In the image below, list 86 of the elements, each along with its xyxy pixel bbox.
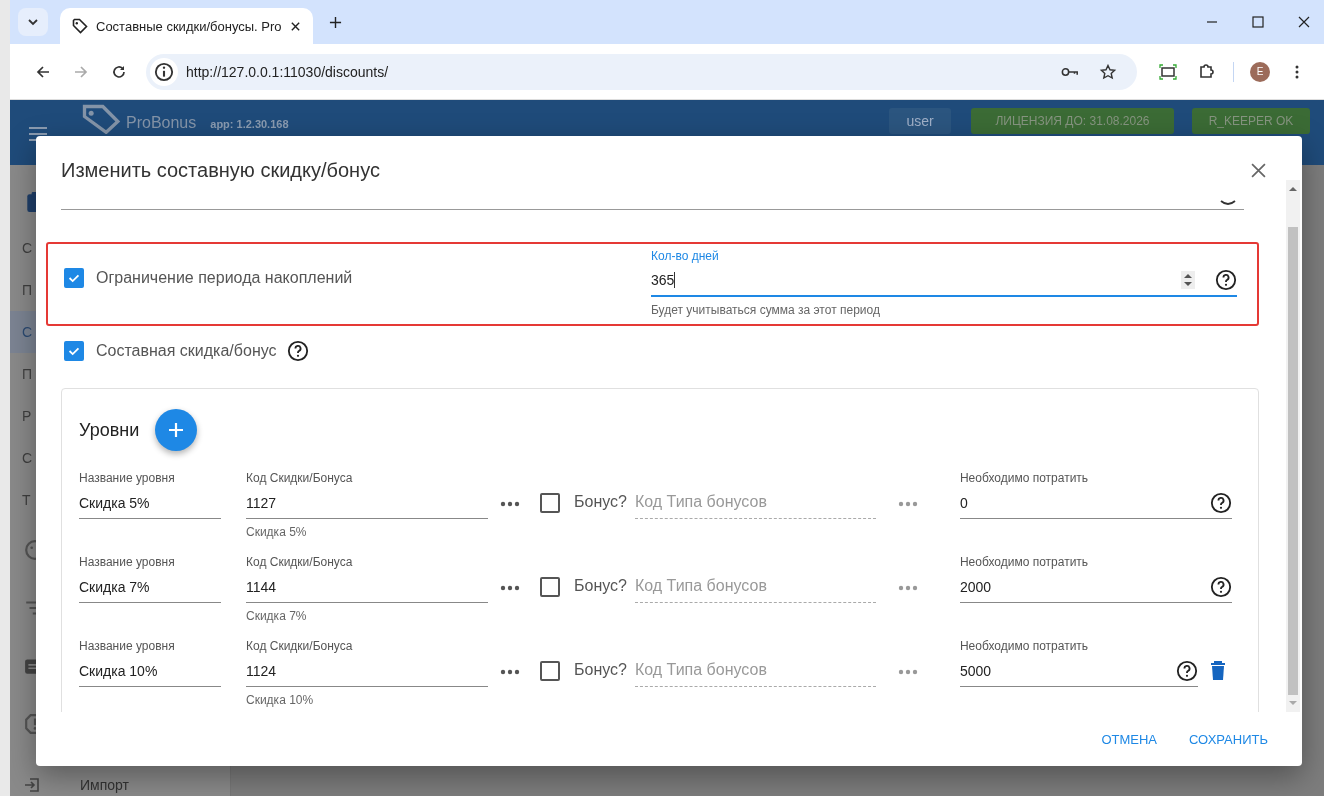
code-input[interactable]: 1124 — [246, 655, 488, 687]
spend-input[interactable]: 0 — [959, 487, 1232, 519]
chevron-icon — [27, 16, 39, 28]
section-title: Уровни — [79, 419, 140, 441]
checkbox-label: Бонус? — [574, 493, 627, 511]
field-value: Скидка 5% — [79, 494, 150, 511]
field-value: 365 — [651, 272, 675, 288]
maximize-icon[interactable] — [1252, 16, 1264, 28]
import-icon — [24, 777, 40, 793]
field-label: Код Скидки/Бонуса — [246, 639, 354, 655]
app-logo-text: ProBonus — [126, 114, 197, 132]
star-icon[interactable] — [1099, 63, 1117, 80]
cancel-button[interactable]: ОТМЕНА — [1087, 723, 1171, 755]
code-input[interactable]: 1127 — [246, 487, 488, 519]
checkbox[interactable] — [540, 493, 560, 513]
help-icon[interactable] — [1175, 659, 1198, 682]
trash-icon[interactable] — [1209, 661, 1226, 681]
field-label: Код Скидки/Бонуса — [246, 555, 354, 571]
scrollbar[interactable] — [1286, 180, 1300, 712]
save-button[interactable]: СОХРАНИТЬ — [1175, 723, 1282, 755]
url-text: http://127.0.0.1:11030/discounts/ — [186, 63, 389, 80]
field-hint: Будет учитываться сумма за этот период — [651, 303, 881, 317]
field-value: Скидка 10% — [79, 662, 158, 679]
browser-tab[interactable]: Составные скидки/бонусы. Pro — [60, 8, 313, 44]
field-hint: Скидка 10% — [246, 693, 315, 707]
scroll-up-icon[interactable] — [1289, 186, 1297, 191]
extensions-icon[interactable] — [1197, 63, 1215, 80]
level-name-input[interactable]: Скидка 10% — [79, 655, 221, 687]
field-value: 1144 — [246, 578, 277, 595]
help-icon[interactable] — [1215, 269, 1237, 291]
chevron-icon[interactable] — [1220, 200, 1236, 206]
field-hint: Скидка 7% — [246, 609, 308, 623]
add-button[interactable] — [155, 409, 198, 451]
screen-capture-icon[interactable] — [1159, 63, 1177, 80]
tab-search-button[interactable] — [18, 8, 48, 36]
checkbox[interactable] — [64, 268, 84, 288]
field-label: Название уровня — [79, 555, 176, 571]
back-icon[interactable] — [34, 63, 52, 80]
field-value: 5000 — [959, 662, 992, 679]
checkbox-label: Бонус? — [574, 577, 627, 595]
help-icon[interactable] — [286, 340, 309, 362]
field-value: Скидка 7% — [79, 578, 150, 595]
checkbox[interactable] — [64, 341, 84, 361]
reload-icon[interactable] — [110, 63, 128, 80]
help-icon[interactable] — [1209, 491, 1232, 514]
new-tab-icon[interactable] — [328, 15, 342, 29]
field-value: 0 — [959, 494, 968, 511]
spend-input[interactable]: 2000 — [959, 571, 1232, 603]
field-value: 2000 — [959, 578, 992, 595]
address-bar[interactable]: http://127.0.0.1:11030/discounts/ — [146, 53, 1137, 90]
more-icon[interactable] — [500, 585, 520, 591]
checkbox[interactable] — [540, 577, 560, 597]
field-value: 1124 — [246, 662, 277, 679]
dialog-title: Изменить составную скидку/бонус — [61, 158, 380, 182]
field-label: Название уровня — [79, 471, 176, 487]
level-name-input[interactable]: Скидка 5% — [79, 487, 221, 519]
field-label: Необходимо потратить — [959, 639, 1090, 655]
field-value: 1127 — [246, 494, 277, 511]
code-input[interactable]: 1144 — [246, 571, 488, 603]
checkbox-label: Бонус? — [574, 661, 627, 679]
user-button[interactable]: user — [889, 108, 951, 134]
field-label: Название уровня — [79, 639, 176, 655]
spinner-icon[interactable] — [1181, 271, 1195, 289]
sidebar-item-label: Импорт — [80, 777, 129, 793]
spend-input[interactable]: 5000 — [959, 655, 1198, 687]
tab-title: Составные скидки/бонусы. Pro — [96, 18, 282, 34]
days-input[interactable]: 365 — [651, 265, 1237, 297]
checkbox-label: Составная скидка/бонус — [96, 342, 277, 360]
field-label: Код Скидки/Бонуса — [246, 471, 354, 487]
checkbox[interactable] — [540, 661, 560, 681]
checkbox-label: Ограничение периода накоплений — [96, 269, 353, 287]
field-hint: Скидка 5% — [246, 525, 308, 539]
info-icon[interactable] — [150, 57, 178, 86]
field-label: Кол-во дней — [651, 249, 720, 265]
field-label: Необходимо потратить — [959, 555, 1090, 571]
close-icon[interactable] — [1298, 16, 1310, 28]
field-label: Необходимо потратить — [959, 471, 1090, 487]
tag-icon — [72, 18, 88, 34]
more-icon[interactable] — [500, 501, 520, 507]
level-name-input[interactable]: Скидка 7% — [79, 571, 221, 603]
close-icon[interactable] — [289, 20, 301, 32]
help-icon[interactable] — [1209, 575, 1232, 598]
more-icon[interactable] — [500, 669, 520, 675]
app-version: app: 1.2.30.168 — [210, 118, 289, 130]
tag-icon — [82, 104, 122, 134]
profile-avatar[interactable]: E — [1250, 61, 1270, 82]
